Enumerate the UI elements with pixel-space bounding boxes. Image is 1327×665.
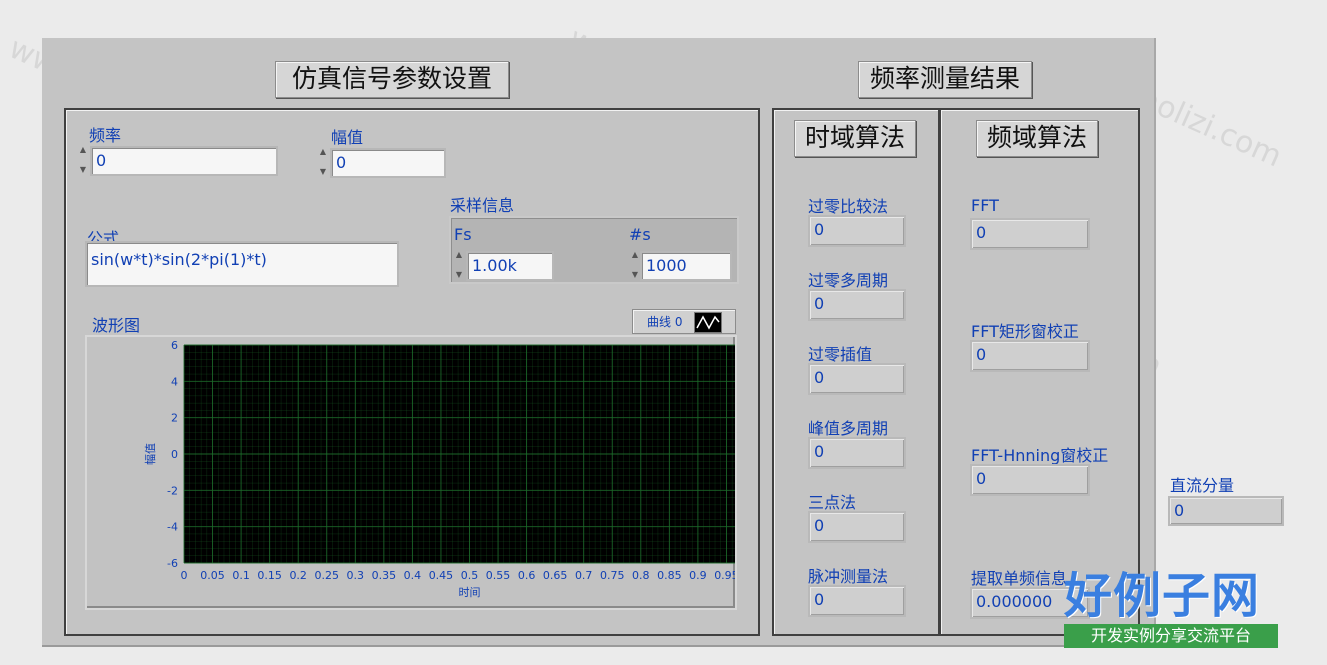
ns-spinner[interactable]: ▲ ▼ [630,249,640,281]
time-domain-title: 时域算法 [794,120,916,157]
x-tick-label: 0.7 [575,569,593,582]
spin-up-icon[interactable]: ▲ [78,144,88,156]
y-tick-label: -2 [167,484,178,497]
time-item-value: 0 [808,585,906,617]
amp-spinner[interactable]: ▲ ▼ [318,146,328,178]
amp-input[interactable]: 0 [330,148,446,178]
x-tick-label: 0.1 [232,569,250,582]
fs-label: Fs [454,225,472,244]
time-item-label: 三点法 [808,493,857,512]
spin-up-icon[interactable]: ▲ [630,249,640,261]
freq-label: 频率 [89,126,122,145]
x-axis-label: 时间 [459,586,481,599]
x-tick-label: 0.65 [543,569,568,582]
spin-down-icon[interactable]: ▼ [630,269,640,281]
x-tick-label: 0.5 [461,569,479,582]
spin-up-icon[interactable]: ▲ [318,146,328,158]
spin-up-icon[interactable]: ▲ [454,249,464,261]
legend-label: 曲线 0 [647,315,683,329]
spin-down-icon[interactable]: ▼ [318,166,328,178]
freq-item-value: 0 [970,218,1090,250]
freq-domain-title: 频域算法 [976,120,1098,157]
ns-input[interactable]: 1000 [640,251,732,281]
time-item-label: 过零插值 [808,345,873,364]
x-tick-label: 0.3 [347,569,365,582]
fs-input[interactable]: 1.00k [466,251,554,281]
fs-spinner[interactable]: ▲ ▼ [454,249,464,281]
freq-item-label: FFT [971,196,999,215]
x-tick-label: 0.2 [289,569,307,582]
x-tick-label: 0.15 [257,569,282,582]
freq-item-value: 0 [970,464,1090,496]
freq-results-title: 频率测量结果 [858,61,1032,98]
y-tick-label: 4 [171,375,178,388]
dc-indicator: 0 [1168,496,1284,526]
graph-frame: 0 0.05 0.1 0.15 0.2 0.25 0.3 0.35 0.4 0.45 0.5 0.55… [85,335,737,610]
legend-box[interactable]: 曲线 0 [632,309,736,334]
x-tick-label: 0.9 [689,569,707,582]
x-tick-label: 0.95 [714,569,735,582]
x-tick-label: 0.85 [657,569,682,582]
x-tick-label: 0.45 [429,569,454,582]
y-tick-label: 6 [171,339,178,352]
freq-item-label: FFT-Hnning窗校正 [971,446,1109,465]
freq-item-label: 提取单频信息 [971,569,1068,588]
formula-input[interactable]: sin(w*t)*sin(2*pi(1)*t) [85,241,399,287]
y-tick-label: 2 [171,412,178,425]
time-item-value: 0 [808,289,906,321]
spin-down-icon[interactable]: ▼ [78,164,88,176]
time-item-label: 脉冲测量法 [808,567,889,586]
ns-label: #s [629,225,651,244]
y-tick-label: -4 [167,521,178,534]
legend-line-icon[interactable] [694,312,722,333]
waveform-chart[interactable]: 0 0.05 0.1 0.15 0.2 0.25 0.3 0.35 0.4 0.45 0.5 0.55… [87,337,735,608]
x-tick-label: 0.75 [600,569,625,582]
x-tick-label: 0.8 [632,569,650,582]
brand-logo: 好例子网 开发实例分享交流平台 [1064,568,1282,658]
y-tick-label: -6 [167,557,178,570]
freq-spinner[interactable]: ▲ ▼ [78,144,88,176]
front-panel: 仿真信号参数设置 频率 ▲ ▼ 0 幅值 ▲ ▼ 0 采样信息 Fs ▲ ▼ 1… [42,38,1156,647]
x-tick-label: 0.6 [518,569,536,582]
brand-slogan: 开发实例分享交流平台 [1064,624,1278,648]
y-tick-label: 0 [171,448,178,461]
x-tick-label: 0.05 [200,569,225,582]
x-tick-label: 0.4 [404,569,422,582]
time-item-value: 0 [808,437,906,469]
time-item-value: 0 [808,215,906,247]
x-tick-label: 0.25 [315,569,340,582]
dc-label: 直流分量 [1170,476,1235,495]
x-tick-label: 0.55 [486,569,511,582]
y-axis-label: 幅值 [144,443,157,465]
spin-down-icon[interactable]: ▼ [454,269,464,281]
freq-domain-frame [939,108,1140,636]
freq-item-value: 0 [970,340,1090,372]
time-item-value: 0 [808,363,906,395]
time-item-label: 过零多周期 [808,271,889,290]
time-item-value: 0 [808,511,906,543]
brand-name: 好例子网 [1064,568,1261,624]
amp-label: 幅值 [331,128,364,147]
sampling-label: 采样信息 [450,196,515,215]
x-tick-label: 0 [181,569,188,582]
sim-params-title: 仿真信号参数设置 [275,61,509,98]
freq-item-label: FFT矩形窗校正 [971,322,1079,341]
freq-input[interactable]: 0 [90,146,278,176]
graph-title: 波形图 [92,316,141,335]
x-tick-label: 0.35 [372,569,397,582]
time-item-label: 过零比较法 [808,197,889,216]
time-item-label: 峰值多周期 [808,419,889,438]
